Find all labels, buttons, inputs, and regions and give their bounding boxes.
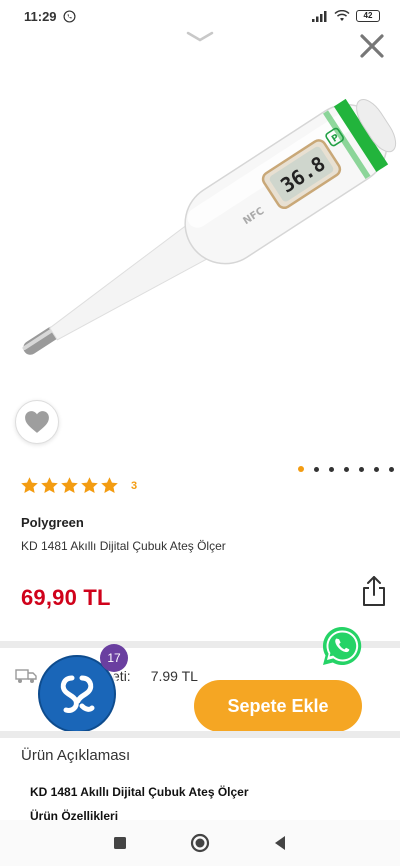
triangle-back-icon (275, 836, 285, 850)
signal-icon (312, 11, 327, 22)
carousel-dot[interactable] (389, 466, 394, 472)
whatsapp-notification-icon (63, 9, 76, 23)
features-title: Ürün Özellikleri (30, 809, 119, 820)
status-bar: 11:29 42 (0, 0, 400, 32)
status-left: 11:29 (24, 9, 76, 24)
description-heading[interactable]: Ürün Açıklaması (21, 747, 130, 764)
star-icon (61, 477, 78, 494)
recent-apps-button[interactable] (108, 831, 132, 855)
rating-count[interactable]: 3 (131, 480, 137, 492)
section-divider (0, 731, 400, 738)
wifi-icon (334, 10, 350, 21)
add-to-cart-button[interactable]: Sepete Ekle (194, 680, 362, 732)
heart-icon (25, 411, 49, 433)
product-image[interactable]: 36.8 P NFC (0, 60, 400, 420)
battery-indicator: 42 (356, 10, 380, 22)
circle-icon (190, 833, 210, 853)
shipping-value: 7.99 TL (150, 668, 198, 684)
whatsapp-icon[interactable] (320, 624, 364, 668)
close-icon[interactable] (358, 32, 386, 60)
product-price: 69,90 TL (21, 585, 111, 610)
carousel-dot[interactable] (314, 466, 319, 472)
status-time: 11:29 (24, 8, 57, 24)
home-button[interactable] (188, 831, 212, 855)
carousel-dot[interactable] (359, 466, 364, 472)
star-icon (101, 477, 118, 494)
product-brand[interactable]: Polygreen (21, 515, 84, 530)
carousel-dot[interactable] (329, 466, 334, 472)
star-icon (41, 477, 58, 494)
favorite-button[interactable] (15, 400, 59, 444)
description-title: KD 1481 Akıllı Dijital Çubuk Ateş Ölçer (30, 785, 249, 799)
carousel-dot[interactable] (298, 466, 304, 472)
chevron-down-icon[interactable] (186, 30, 214, 44)
status-right: 42 (312, 10, 380, 22)
star-icon (21, 477, 38, 494)
system-nav-bar (0, 820, 400, 866)
product-rating[interactable]: 3 (20, 476, 137, 495)
carousel-indicator[interactable] (298, 466, 394, 472)
carousel-dot[interactable] (344, 466, 349, 472)
square-icon (114, 837, 126, 849)
share-icon[interactable] (360, 574, 388, 608)
rating-stars (20, 476, 119, 495)
notification-badge[interactable]: 17 (100, 644, 128, 672)
carousel-dot[interactable] (374, 466, 379, 472)
product-name: KD 1481 Akıllı Dijital Çubuk Ateş Ölçer (21, 539, 226, 553)
back-button[interactable] (268, 831, 292, 855)
star-icon (81, 477, 98, 494)
